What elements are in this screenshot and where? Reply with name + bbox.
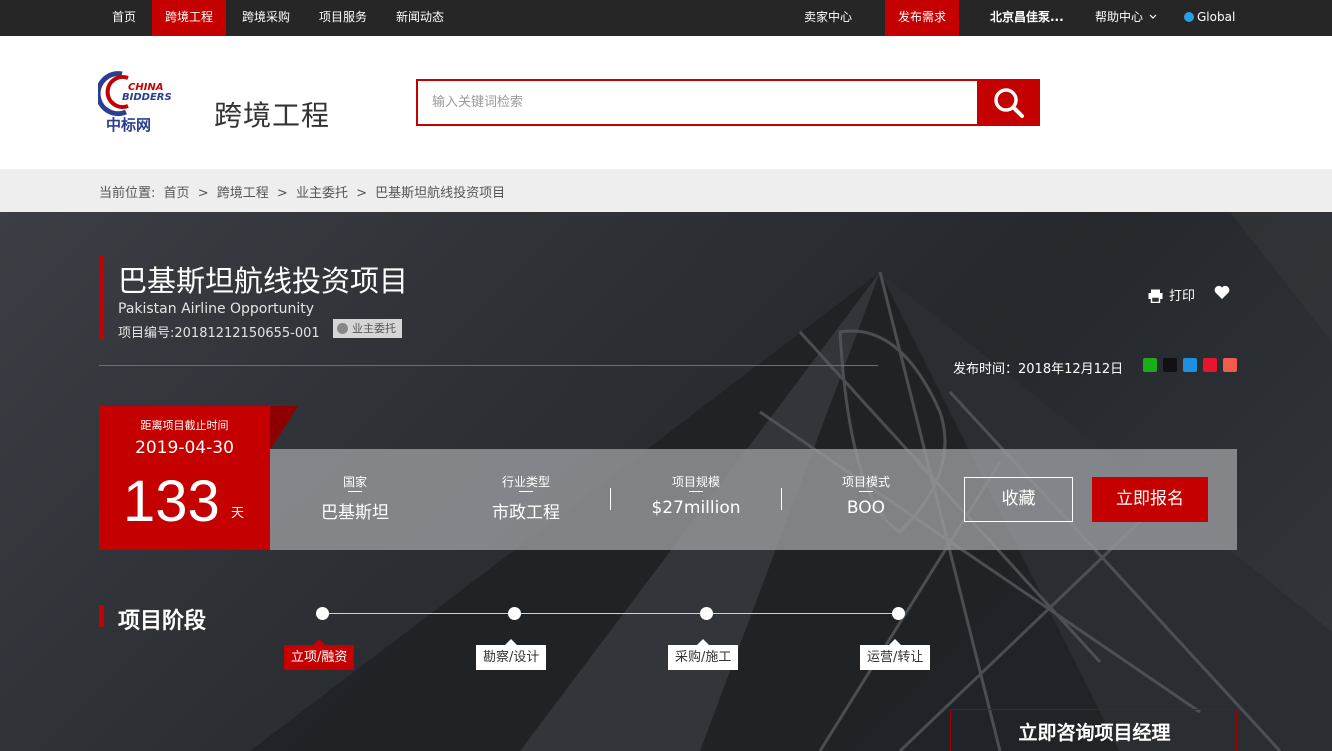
breadcrumb-separator: > — [356, 186, 367, 201]
field-value: $27million — [651, 498, 741, 518]
project-title: 巴基斯坦航线投资项目 — [118, 264, 409, 298]
field-value: BOO — [846, 498, 886, 518]
nav-user-account[interactable]: 北京昌佳泵... — [977, 0, 1077, 36]
nav-home[interactable]: 首页 — [99, 0, 149, 36]
field-value: 巴基斯坦 — [321, 503, 389, 523]
project-hero: 巴基斯坦航线投资项目 Pakistan Airline Opportunity … — [0, 212, 1332, 751]
stage-accent-bar — [99, 605, 104, 627]
project-type-label: 业主委托 — [352, 322, 396, 335]
breadcrumb: 当前位置: 首页 > 跨境工程 > 业主委托 > 巴基斯坦航线投资项目 — [99, 182, 509, 201]
field-separator — [610, 488, 611, 510]
breadcrumb-separator: > — [197, 186, 209, 201]
title-divider — [99, 365, 878, 366]
favorite-button[interactable]: 收藏 — [964, 477, 1073, 522]
project-info-strip: 国家 巴基斯坦 行业类型 市政工程 项目规模 $27million 项目模式 B… — [270, 449, 1237, 550]
field-label: 行业类型 — [501, 475, 550, 489]
title-accent-bar — [99, 256, 104, 340]
stage-node — [508, 607, 521, 620]
breadcrumb-bar: 当前位置: 首页 > 跨境工程 > 业主委托 > 巴基斯坦航线投资项目 — [0, 169, 1332, 212]
field-country: 国家 巴基斯坦 — [280, 473, 430, 523]
project-type-badge: 业主委托 — [333, 319, 402, 338]
qq-icon[interactable] — [1163, 358, 1177, 372]
nav-news[interactable]: 新闻动态 — [383, 0, 457, 36]
field-value: 市政工程 — [492, 503, 560, 523]
search-icon — [994, 87, 1024, 118]
breadcrumb-cross-border[interactable]: 跨境工程 — [217, 186, 269, 201]
top-nav: 首页 跨境工程 跨境采购 项目服务 新闻动态 卖家中心 发布需求 北京昌佳泵..… — [0, 0, 1332, 36]
consult-manager-label: 立即咨询项目经理 — [1018, 722, 1171, 744]
nav-project-services[interactable]: 项目服务 — [306, 0, 380, 36]
stage-node — [700, 607, 713, 620]
nav-help-center[interactable]: 帮助中心 — [1082, 0, 1170, 36]
stage-label-active: 立项/融资 — [284, 639, 355, 670]
days-remaining: 133 — [123, 469, 220, 534]
print-label: 打印 — [1169, 289, 1196, 304]
stage-track — [322, 613, 898, 614]
printer-icon — [1148, 289, 1163, 304]
logo[interactable]: CHINA BIDDERS 中标网 — [98, 70, 182, 136]
search-input[interactable] — [418, 81, 977, 124]
days-unit: 天 — [231, 506, 245, 521]
nav-seller-center[interactable]: 卖家中心 — [791, 0, 865, 36]
weibo-icon[interactable] — [1203, 358, 1217, 372]
stage-node — [892, 607, 905, 620]
nav-publish-demand-button[interactable]: 发布需求 — [885, 0, 960, 36]
wechat-icon[interactable] — [1143, 358, 1157, 372]
site-header: CHINA BIDDERS 中标网 跨境工程 — [0, 36, 1332, 169]
search-button[interactable] — [978, 79, 1040, 126]
field-mode: 项目模式 BOO — [791, 473, 941, 518]
deadline-date: 2019-04-30 — [135, 438, 234, 458]
stage-section-title: 项目阶段 — [118, 609, 207, 634]
breadcrumb-separator: > — [276, 186, 288, 201]
stage-label: 运营/转让 — [860, 639, 931, 670]
stage-node — [316, 607, 329, 620]
field-industry: 行业类型 市政工程 — [451, 473, 601, 523]
qzone-icon[interactable] — [1183, 358, 1197, 372]
owner-icon — [337, 323, 348, 334]
field-label: 国家 — [342, 475, 367, 489]
apply-now-button[interactable]: 立即报名 — [1092, 477, 1208, 522]
stage-label: 勘察/设计 — [476, 639, 547, 670]
breadcrumb-prefix: 当前位置: — [99, 186, 156, 201]
breadcrumb-owner-entrusted[interactable]: 业主委托 — [296, 186, 348, 201]
field-label: 项目规模 — [671, 475, 720, 489]
field-label: 项目模式 — [841, 475, 890, 489]
breadcrumb-current: 巴基斯坦航线投资项目 — [375, 186, 506, 201]
globe-icon — [1184, 12, 1194, 22]
field-scale: 项目规模 $27million — [621, 473, 771, 518]
deadline-countdown: 距离项目截止时间 2019-04-30 133 天 — [99, 406, 270, 550]
logo-text-en-2: BIDDERS — [122, 92, 172, 103]
field-separator — [781, 488, 782, 510]
logo-text-cn: 中标网 — [106, 116, 151, 134]
project-code: 项目编号:20181212150655-001 — [118, 326, 320, 341]
section-title: 跨境工程 — [214, 99, 331, 132]
countdown-fold-decoration — [270, 406, 298, 450]
nav-cross-border-engineering[interactable]: 跨境工程 — [152, 0, 227, 36]
search-box — [416, 79, 979, 126]
chevron-down-icon — [1149, 14, 1157, 19]
consult-manager-panel[interactable]: 立即咨询项目经理 — [950, 709, 1237, 751]
nav-global[interactable]: Global — [1171, 0, 1248, 36]
print-button[interactable]: 打印 — [1148, 285, 1195, 304]
nav-cross-border-procurement[interactable]: 跨境采购 — [229, 0, 303, 36]
stage-label: 采购/施工 — [668, 639, 739, 670]
global-label: Global — [1197, 10, 1236, 24]
help-center-label: 帮助中心 — [1095, 10, 1144, 24]
breadcrumb-home[interactable]: 首页 — [164, 186, 190, 201]
project-subtitle: Pakistan Airline Opportunity — [118, 301, 315, 317]
more-share-icon[interactable] — [1223, 358, 1237, 372]
countdown-label: 距离项目截止时间 — [140, 419, 229, 432]
publish-date: 发布时间：2018年12月12日 — [953, 362, 1124, 377]
heart-icon[interactable] — [1214, 285, 1230, 300]
